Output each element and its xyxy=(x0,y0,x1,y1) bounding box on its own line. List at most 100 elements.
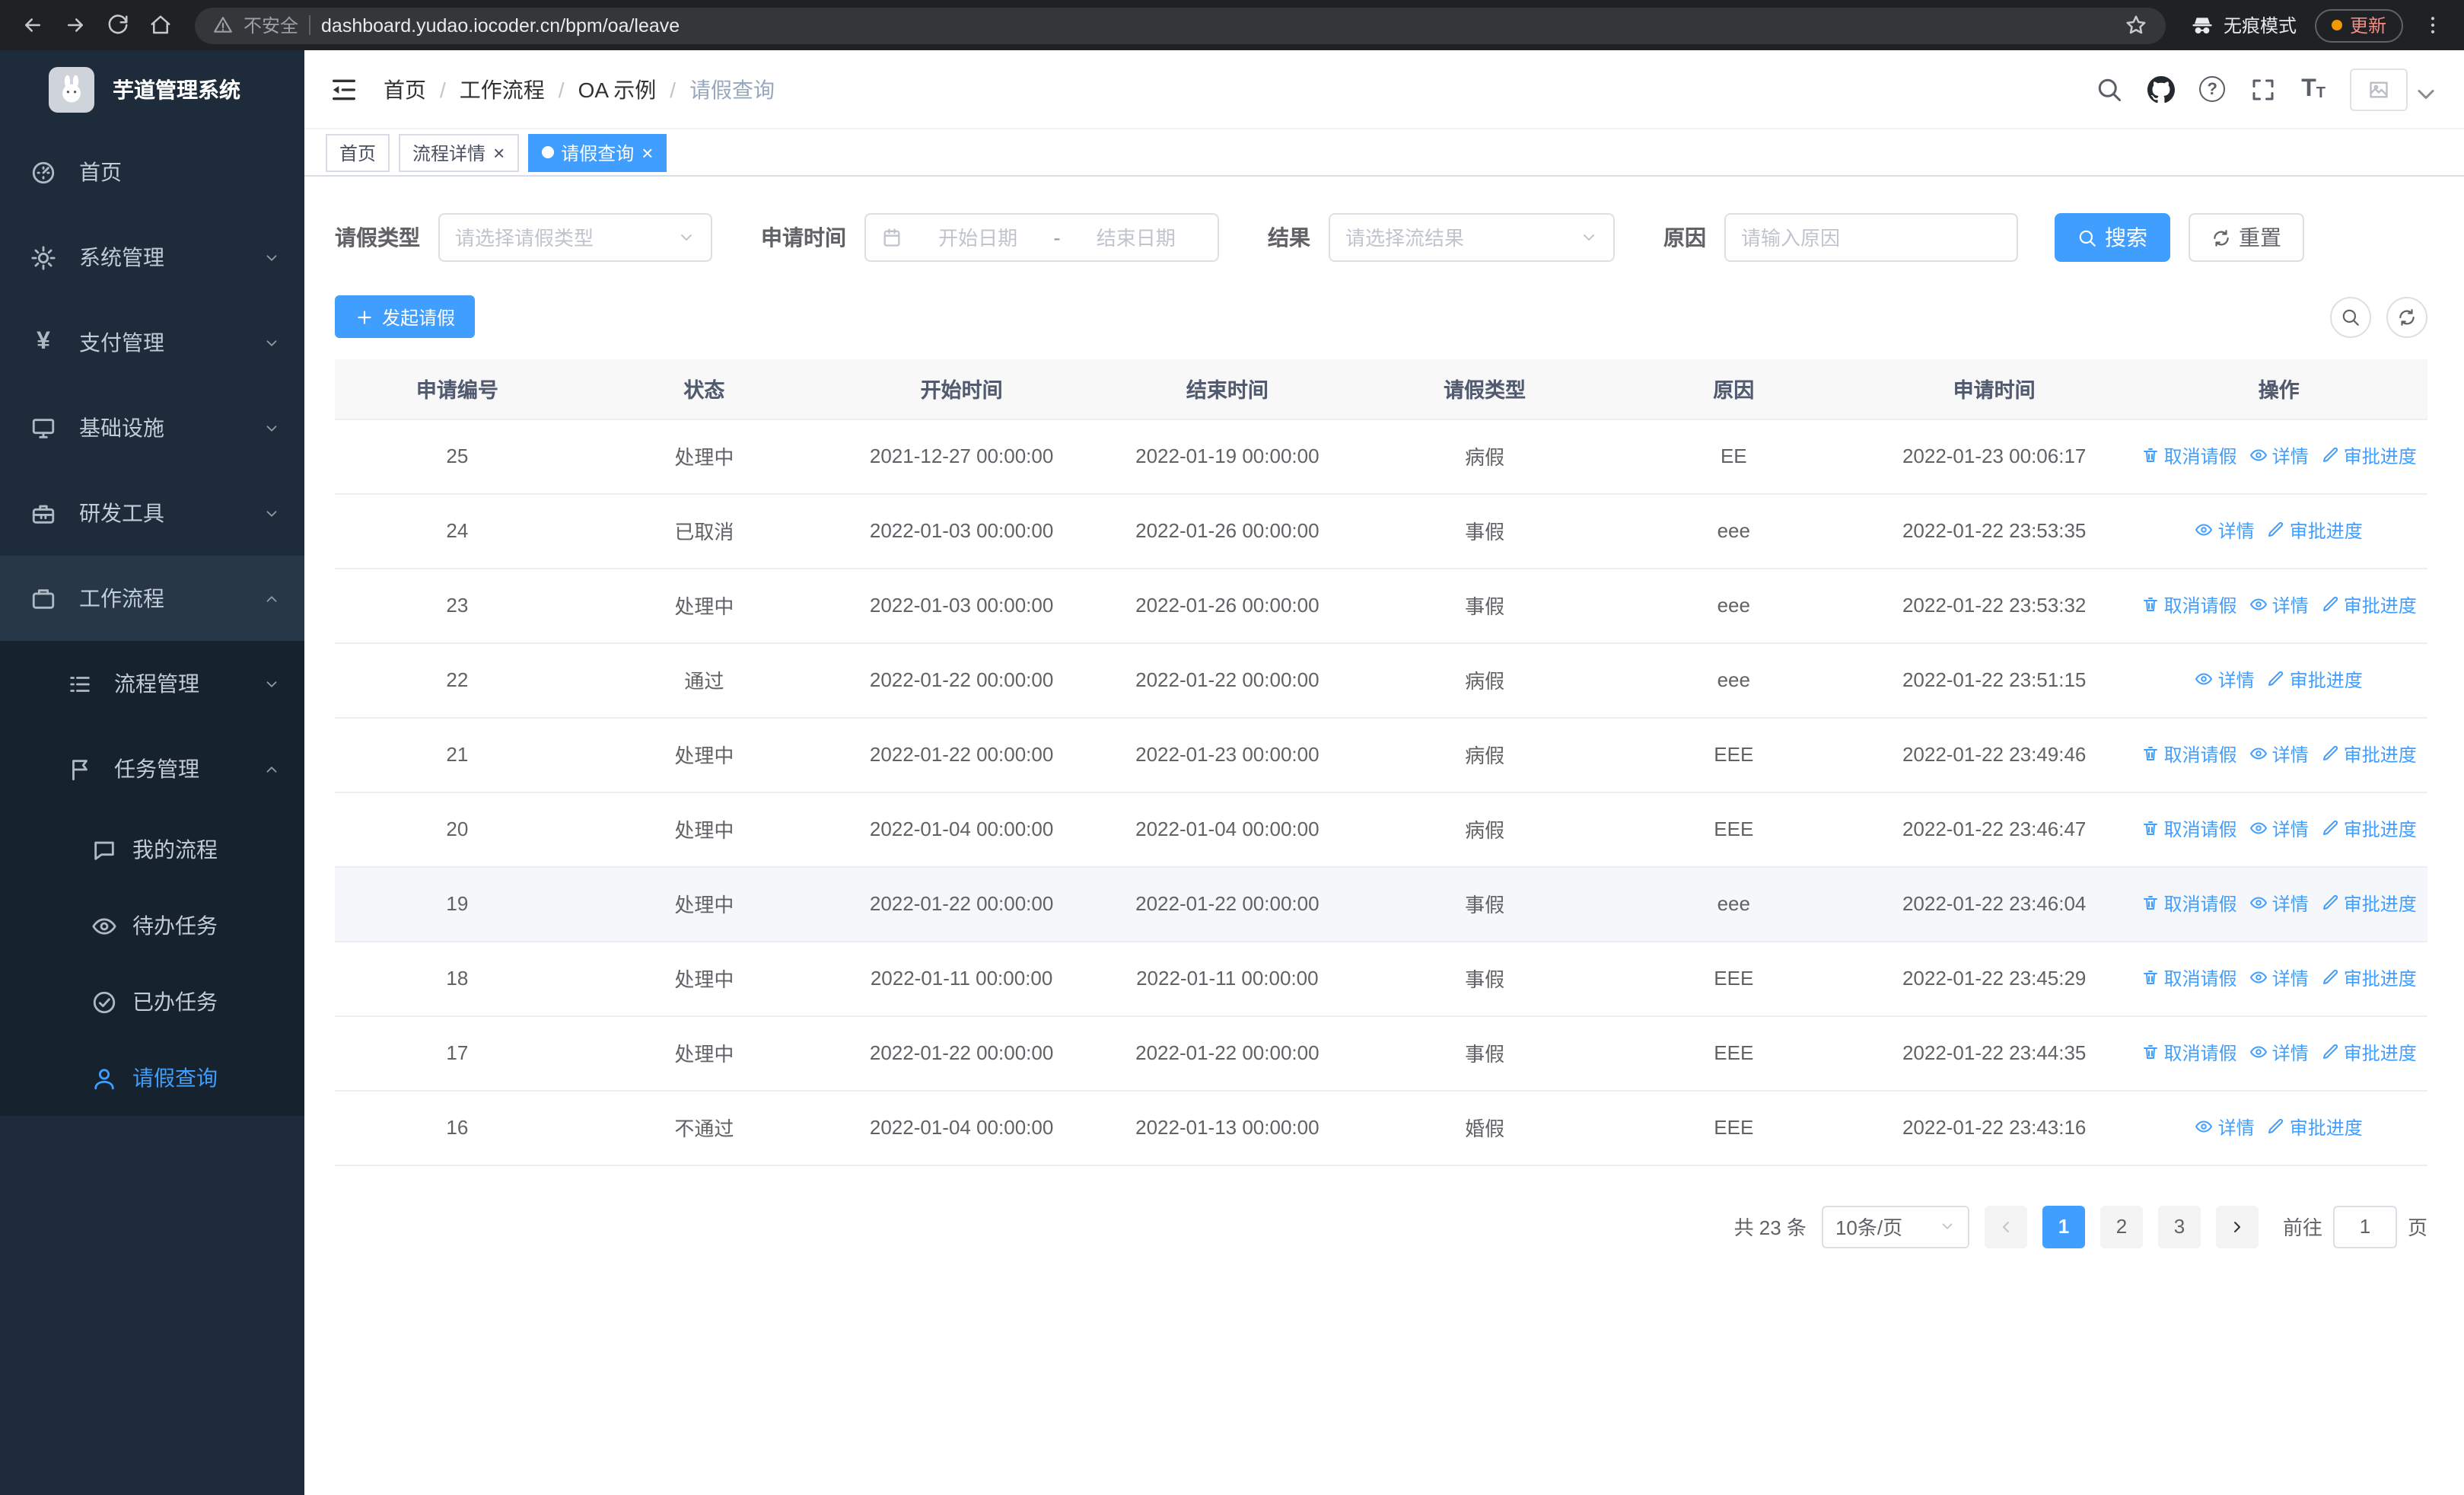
cancel-leave-button[interactable]: 取消请假 xyxy=(2141,816,2237,842)
breadcrumb-home[interactable]: 首页 xyxy=(384,74,426,104)
sidebar-item-workflow[interactable]: 工作流程 xyxy=(0,556,304,641)
progress-button[interactable]: 审批进度 xyxy=(2321,443,2417,469)
app-logo[interactable]: 芋道管理系统 xyxy=(0,50,304,129)
sidebar-item-home[interactable]: 首页 xyxy=(0,129,304,215)
reload-button[interactable] xyxy=(97,5,137,45)
breadcrumb-oa-example[interactable]: OA 示例 xyxy=(578,74,657,104)
search-button[interactable]: 搜索 xyxy=(2055,213,2170,262)
forward-button[interactable] xyxy=(55,5,94,45)
browser-update-button[interactable]: 更新 xyxy=(2314,8,2403,42)
reason-field[interactable] xyxy=(1724,213,2018,262)
progress-button[interactable]: 审批进度 xyxy=(2321,965,2417,991)
create-leave-button[interactable]: 发起请假 xyxy=(335,295,476,338)
help-icon[interactable]: ? xyxy=(2199,76,2226,102)
cancel-leave-button[interactable]: 取消请假 xyxy=(2141,1040,2237,1066)
cell-status: 处理中 xyxy=(579,866,829,942)
address-bar[interactable]: 不安全 dashboard.yudao.iocoder.cn/bpm/oa/le… xyxy=(195,7,2166,43)
page-size-select[interactable]: 10条/页 xyxy=(1821,1205,1969,1248)
sidebar-item-todo-tasks[interactable]: 待办任务 xyxy=(0,888,304,964)
cell-actions: 取消请假 详情 审批进度 xyxy=(2130,717,2427,792)
cancel-leave-button[interactable]: 取消请假 xyxy=(2141,965,2237,991)
home-button[interactable] xyxy=(140,5,180,45)
sidebar-item-leave-query[interactable]: 请假查询 xyxy=(0,1040,304,1116)
progress-button[interactable]: 审批进度 xyxy=(2321,741,2417,767)
cell-apply-time: 2022-01-22 23:53:35 xyxy=(1858,493,2131,569)
sidebar-collapse-icon[interactable] xyxy=(329,74,359,104)
cell-status: 处理中 xyxy=(579,568,829,643)
back-button[interactable] xyxy=(12,5,52,45)
user-menu[interactable] xyxy=(2350,68,2440,110)
detail-button[interactable]: 详情 xyxy=(2249,816,2309,842)
progress-button[interactable]: 审批进度 xyxy=(2267,518,2363,543)
page-unit-label: 页 xyxy=(2407,1216,2427,1239)
reset-button[interactable]: 重置 xyxy=(2189,213,2304,262)
result-input[interactable] xyxy=(1345,226,1580,249)
detail-button[interactable]: 详情 xyxy=(2249,741,2309,767)
delete-icon xyxy=(2143,1045,2157,1060)
tab-leave-query[interactable]: 请假查询 × xyxy=(527,133,667,171)
table-row: 18 处理中 2022-01-11 00:00:00 2022-01-11 00:00… xyxy=(335,941,2427,1016)
progress-button[interactable]: 审批进度 xyxy=(2267,1114,2363,1140)
sidebar-item-system[interactable]: 系统管理 xyxy=(0,215,304,300)
detail-button[interactable]: 详情 xyxy=(2249,1040,2309,1066)
progress-button[interactable]: 审批进度 xyxy=(2321,1040,2417,1066)
leave-type-select[interactable] xyxy=(438,213,712,262)
github-icon[interactable] xyxy=(2147,75,2176,103)
sidebar-item-infrastructure[interactable]: 基础设施 xyxy=(0,385,304,470)
progress-button[interactable]: 审批进度 xyxy=(2321,816,2417,842)
check-circle-icon xyxy=(93,990,116,1013)
detail-button[interactable]: 详情 xyxy=(2249,891,2309,916)
detail-button[interactable]: 详情 xyxy=(2249,443,2309,469)
cancel-leave-button[interactable]: 取消请假 xyxy=(2141,443,2237,469)
page-button-3[interactable]: 3 xyxy=(2157,1205,2201,1248)
col-apply-id: 申请编号 xyxy=(335,359,580,419)
apply-time-range-picker[interactable]: - xyxy=(864,213,1219,262)
font-size-icon[interactable]: TT xyxy=(2301,76,2326,101)
edit-icon xyxy=(2322,597,2338,612)
close-icon[interactable]: × xyxy=(641,142,653,162)
start-date-input[interactable] xyxy=(912,226,1045,249)
detail-button[interactable]: 详情 xyxy=(2195,667,2255,693)
browser-menu-button[interactable] xyxy=(2412,5,2452,45)
detail-button[interactable]: 详情 xyxy=(2195,1114,2255,1140)
toggle-search-button[interactable] xyxy=(2330,296,2371,337)
breadcrumb-workflow[interactable]: 工作流程 xyxy=(460,74,545,104)
detail-button[interactable]: 详情 xyxy=(2249,965,2309,991)
progress-button[interactable]: 审批进度 xyxy=(2267,667,2363,693)
page-button-1[interactable]: 1 xyxy=(2042,1205,2085,1248)
sidebar-item-my-process[interactable]: 我的流程 xyxy=(0,811,304,888)
close-icon[interactable]: × xyxy=(493,142,505,162)
detail-button[interactable]: 详情 xyxy=(2195,518,2255,543)
tab-process-detail[interactable]: 流程详情 × xyxy=(399,133,519,171)
sidebar-item-done-tasks[interactable]: 已办任务 xyxy=(0,964,304,1040)
progress-button[interactable]: 审批进度 xyxy=(2321,592,2417,618)
progress-button[interactable]: 审批进度 xyxy=(2321,891,2417,916)
page-button-2[interactable]: 2 xyxy=(2099,1205,2143,1248)
reason-label: 原因 xyxy=(1663,225,1706,250)
goto-page-input[interactable] xyxy=(2332,1205,2397,1248)
result-select[interactable] xyxy=(1329,213,1615,262)
active-dot-icon xyxy=(541,146,554,158)
flag-icon xyxy=(72,759,88,780)
reason-input[interactable] xyxy=(1741,226,2001,249)
detail-button[interactable]: 详情 xyxy=(2249,592,2309,618)
cell-reason: EEE xyxy=(1609,1015,1858,1091)
next-page-button[interactable] xyxy=(2215,1205,2259,1248)
prev-page-button[interactable] xyxy=(1984,1205,2027,1248)
sidebar-item-label: 首页 xyxy=(79,160,122,184)
sidebar-item-payment[interactable]: ¥ 支付管理 xyxy=(0,300,304,385)
cancel-leave-button[interactable]: 取消请假 xyxy=(2141,741,2237,767)
cancel-leave-button[interactable]: 取消请假 xyxy=(2141,891,2237,916)
header-search-button[interactable] xyxy=(2096,75,2123,103)
sidebar-item-task-management[interactable]: 任务管理 xyxy=(0,726,304,811)
cancel-leave-button[interactable]: 取消请假 xyxy=(2141,592,2237,618)
tab-home[interactable]: 首页 xyxy=(326,133,390,171)
leave-type-input[interactable] xyxy=(455,226,677,249)
sidebar-item-devtools[interactable]: 研发工具 xyxy=(0,470,304,556)
bookmark-star-icon[interactable] xyxy=(2125,14,2147,37)
cell-apply-time: 2022-01-22 23:53:32 xyxy=(1858,568,2131,643)
end-date-input[interactable] xyxy=(1069,226,1202,249)
refresh-table-button[interactable] xyxy=(2386,296,2427,337)
fullscreen-icon[interactable] xyxy=(2249,75,2277,103)
sidebar-item-process-management[interactable]: 流程管理 xyxy=(0,641,304,726)
